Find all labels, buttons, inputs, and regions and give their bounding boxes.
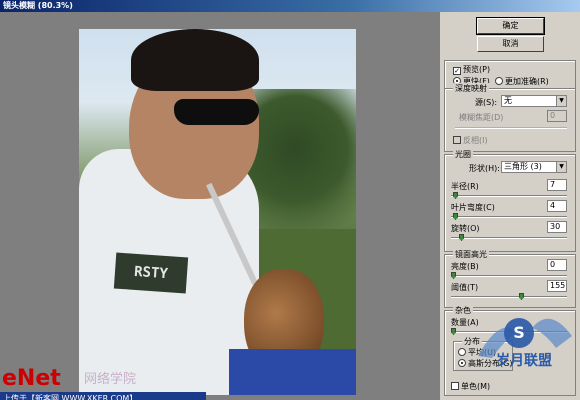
watermark-enet-cn: 网络学院 — [84, 372, 137, 387]
preview-photo: RSTY — [79, 29, 356, 395]
depth-map-group: 深度映射 源(S): 无 ▼ 模糊焦距(D) 0 反相(I) — [444, 83, 576, 152]
cancel-button[interactable]: 取消 — [477, 36, 544, 52]
depth-map-legend: 深度映射 — [453, 83, 489, 94]
dialog-title-bar: 镜头模糊 (80.3%) — [0, 0, 580, 12]
brightness-slider[interactable] — [451, 272, 567, 279]
rotation-label: 旋转(O) — [451, 224, 480, 233]
shape-label: 形状(H): — [469, 164, 500, 173]
radio-selected-icon — [458, 359, 466, 367]
blur-focal-label: 模糊焦距(D) — [459, 113, 504, 122]
upload-watermark-bar: 上传于【新客网 WWW.XKER.COM】 — [0, 392, 206, 400]
watermark-logo-circle: S — [504, 318, 534, 348]
brightness-slider-thumb[interactable] — [451, 272, 456, 279]
accurate-radio[interactable]: 更加准确(R) — [495, 76, 549, 87]
invert-check-icon — [453, 136, 461, 144]
accurate-radio-label: 更加准确(R) — [505, 77, 549, 86]
threshold-field[interactable]: 155 — [547, 280, 567, 292]
rotation-slider-thumb[interactable] — [459, 234, 464, 241]
chevron-down-icon: ▼ — [556, 96, 566, 106]
photo-sunglasses — [174, 99, 259, 125]
amount-slider-thumb[interactable] — [451, 328, 456, 335]
wings-icon — [478, 318, 572, 358]
curvature-label: 叶片弯度(C) — [451, 203, 495, 212]
iris-legend: 光圈 — [453, 149, 473, 160]
rotation-slider[interactable] — [451, 234, 567, 241]
iris-group: 光圈 形状(H): 三角形 (3) ▼ 半径(R) 7 叶片弯度(C) 4 旋转… — [444, 149, 576, 252]
radius-slider-thumb[interactable] — [453, 192, 458, 199]
curvature-field[interactable]: 4 — [547, 200, 567, 212]
brightness-label: 亮度(B) — [451, 262, 479, 271]
threshold-label: 阈值(T) — [451, 283, 479, 292]
shape-select[interactable]: 三角形 (3) ▼ — [501, 161, 567, 173]
watermark-logo: S 岁月联盟 — [470, 296, 580, 400]
brightness-field[interactable]: 0 — [547, 259, 567, 271]
photo-shirt-print: RSTY — [113, 252, 189, 294]
dialog-title: 镜头模糊 (80.3%) — [3, 1, 73, 10]
specular-legend: 镜面高光 — [453, 249, 489, 260]
blur-focal-field[interactable]: 0 — [547, 110, 567, 122]
chevron-down-icon: ▼ — [556, 162, 566, 172]
radius-slider[interactable] — [451, 192, 567, 199]
source-select-value: 无 — [504, 96, 512, 105]
radio-unselected-icon — [458, 348, 466, 356]
radius-label: 半径(R) — [451, 182, 479, 191]
curvature-slider-thumb[interactable] — [453, 213, 458, 220]
radio-unselected-icon — [495, 77, 503, 85]
watermark-enet: eNet — [2, 366, 61, 391]
invert-checkbox[interactable]: 反相(I) — [453, 135, 488, 146]
curvature-slider[interactable] — [451, 213, 567, 220]
monochromatic-check-icon — [451, 382, 459, 390]
rotation-field[interactable]: 30 — [547, 221, 567, 233]
source-label: 源(S): — [475, 98, 498, 107]
preview-checkbox-label: 预览(P) — [463, 65, 491, 74]
preview-area[interactable]: RSTY eNet 网络学院 上传于【新客网 WWW.XKER.COM】 — [0, 12, 440, 400]
radius-field[interactable]: 7 — [547, 179, 567, 191]
blur-focal-slider[interactable] — [455, 127, 567, 129]
source-select[interactable]: 无 ▼ — [501, 95, 567, 107]
ok-button[interactable]: 确定 — [476, 17, 545, 35]
watermark-logo-text: 岁月联盟 — [496, 353, 552, 369]
preview-checkbox[interactable]: ✓ 预览(P) — [453, 64, 490, 75]
preview-check-icon: ✓ — [453, 67, 461, 75]
invert-checkbox-label: 反相(I) — [463, 136, 488, 145]
photo-hair — [131, 29, 259, 91]
shape-select-value: 三角形 (3) — [504, 162, 542, 171]
photo-blanket — [229, 349, 356, 395]
